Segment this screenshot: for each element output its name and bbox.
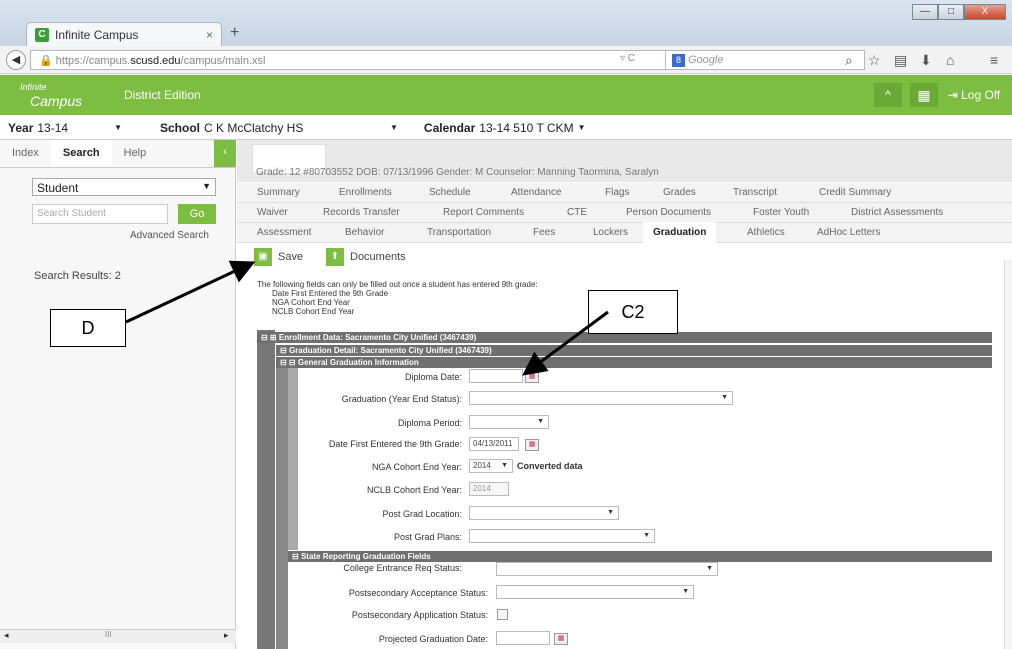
arrow-c2	[522, 310, 609, 376]
arrow-d	[125, 260, 256, 324]
annotation-arrows	[125, 260, 609, 376]
